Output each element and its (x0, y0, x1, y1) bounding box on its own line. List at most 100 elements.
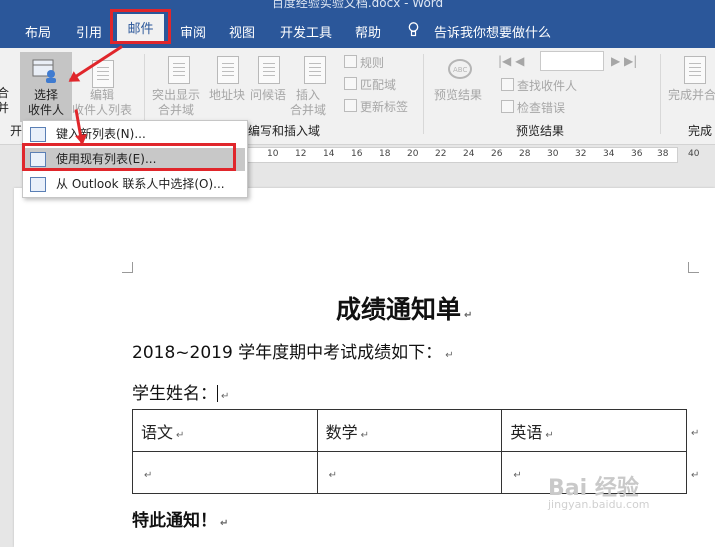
ruler-tick: 28 (519, 149, 531, 159)
paragraph-mark: ↵ (545, 429, 554, 441)
start-merge-partial-label[interactable]: 合并 (0, 86, 9, 116)
margin-corner-mark (122, 262, 133, 273)
paragraph-mark: ↵ (144, 470, 153, 481)
tab-review[interactable]: 审阅 (180, 22, 206, 41)
insert-merge-field-icon (304, 56, 326, 84)
row-end-mark: ↵ (691, 428, 700, 439)
margin-corner-mark (688, 262, 699, 273)
tab-help[interactable]: 帮助 (355, 22, 381, 41)
ruler-tick: 26 (491, 149, 503, 159)
next-record-button[interactable]: ▶ ▶| (611, 54, 637, 68)
group-label-start-merge: 开 (10, 124, 23, 138)
menu-item-label: 从 Outlook 联系人中选择(O)... (56, 177, 225, 191)
address-block-button[interactable]: 地址块 (209, 88, 245, 103)
ruler-tick: 18 (379, 149, 391, 159)
new-list-icon (30, 127, 46, 142)
ruler-tick: 36 (631, 149, 643, 159)
update-labels-label: 更新标签 (360, 100, 409, 114)
intro-text: 2018~2019 学年度期中考试成绩如下： (132, 343, 443, 363)
header-math: 数学 (325, 422, 358, 442)
table-header-cell[interactable]: 数学 ↵ (316, 409, 503, 452)
tab-references[interactable]: 引用 (76, 22, 102, 41)
tell-me-search[interactable]: 告诉我你想要做什么 (434, 22, 551, 41)
document-title[interactable]: 成绩通知单 ↵ (336, 290, 472, 326)
select-recipients-button[interactable]: 选择 收件人 (20, 52, 72, 122)
ruler-tick: 24 (463, 149, 475, 159)
tab-developer[interactable]: 开发工具 (280, 22, 332, 41)
insert-merge-field-button[interactable]: 插入 合并域 (290, 88, 326, 118)
ribbon-tab-bar: 布局 引用 邮件 审阅 视图 开发工具 帮助 告诉我你想要做什么 (0, 10, 715, 48)
rules-button[interactable]: 规则 (344, 54, 384, 71)
ruler-tick: 14 (323, 149, 335, 159)
rules-icon (344, 55, 357, 68)
finish-merge-icon (684, 56, 706, 84)
greeting-line-icon (258, 56, 280, 84)
ruler-tick: 38 (657, 149, 669, 159)
title-bar: 百度经验实验文档.docx - Word (0, 0, 715, 10)
paragraph-mark: ↵ (360, 429, 370, 441)
outlook-contacts-icon (30, 177, 46, 192)
table-row: 语文 ↵ 数学 ↵ 英语 ↵ (132, 409, 687, 452)
highlight-box-existing-list (22, 143, 236, 171)
finish-merge-button[interactable]: 完成并合并 (668, 88, 715, 103)
paragraph-mark: ↵ (221, 391, 230, 402)
ruler-tick: 10 (267, 149, 279, 159)
ruler-tick: 34 (603, 149, 615, 159)
ribbon-separator (660, 54, 661, 134)
svg-text:ABC: ABC (453, 66, 467, 74)
ruler-tick: 22 (435, 149, 447, 159)
update-labels-button[interactable]: 更新标签 (344, 98, 408, 115)
check-errors-icon (501, 100, 514, 113)
find-recipient-button[interactable]: 查找收件人 (501, 77, 577, 94)
tab-view[interactable]: 视图 (229, 22, 255, 41)
record-number-input[interactable] (540, 51, 604, 71)
recipients-icon (32, 59, 56, 83)
highlight-fields-icon (168, 56, 190, 84)
paragraph-mark: ↵ (328, 470, 338, 481)
find-recipient-label: 查找收件人 (517, 79, 578, 93)
text-cursor (217, 385, 218, 402)
ruler-tick: 12 (295, 149, 307, 159)
check-errors-button[interactable]: 检查错误 (501, 99, 565, 116)
paragraph-mark: ↵ (464, 310, 473, 321)
ruler-tick: 32 (575, 149, 587, 159)
header-chinese: 语文 (141, 422, 174, 442)
match-fields-label: 匹配域 (360, 78, 397, 92)
preview-results-button[interactable]: 预览结果 (434, 88, 482, 103)
closing-text: 特此通知！ (132, 511, 217, 531)
ruler-tick: 16 (351, 149, 363, 159)
group-label-preview: 预览结果 (516, 124, 565, 138)
paragraph-mark: ↵ (176, 429, 185, 441)
select-recipients-label: 选择 收件人 (27, 88, 64, 117)
edit-recipients-button[interactable]: 编辑 收件人列表 (72, 88, 132, 118)
address-block-icon (217, 56, 239, 84)
closing-paragraph[interactable]: 特此通知！ ↵ (132, 506, 228, 531)
intro-paragraph[interactable]: 2018~2019 学年度期中考试成绩如下： ↵ (132, 338, 454, 363)
lightbulb-icon (408, 22, 419, 37)
ruler-tick: 20 (407, 149, 419, 159)
paragraph-mark: ↵ (513, 470, 522, 481)
tab-layout[interactable]: 布局 (25, 22, 51, 41)
first-record-button[interactable]: |◀ ◀ (498, 54, 524, 68)
match-fields-button[interactable]: 匹配域 (344, 76, 396, 93)
check-errors-label: 检查错误 (517, 101, 566, 115)
table-header-cell[interactable]: 英语 ↵ (501, 409, 687, 452)
student-name-label: 学生姓名： (132, 384, 217, 404)
greeting-line-button[interactable]: 问候语 (250, 88, 286, 103)
group-label-write-insert: 编写和插入域 (248, 124, 321, 138)
menu-item-outlook-contacts[interactable]: 从 Outlook 联系人中选择(O)... (23, 173, 245, 196)
group-label-finish: 完成 (688, 124, 713, 138)
table-cell[interactable]: ↵ (132, 451, 318, 494)
highlight-merge-fields-button[interactable]: 突出显示 合并域 (152, 88, 200, 118)
update-labels-icon (344, 99, 357, 112)
header-english: 英语 (510, 422, 543, 442)
table-cell[interactable]: ↵ (316, 451, 503, 494)
table-header-cell[interactable]: 语文 ↵ (132, 409, 318, 452)
ribbon-separator (423, 54, 424, 134)
row-end-mark: ↵ (691, 470, 700, 481)
ruler-tick: 40 (688, 149, 700, 159)
baidu-watermark-url: jingyan.baidu.com (548, 498, 650, 511)
preview-results-icon: ABC (448, 59, 472, 79)
match-fields-icon (344, 77, 357, 90)
student-name-line[interactable]: 学生姓名： ↵ (132, 379, 229, 404)
